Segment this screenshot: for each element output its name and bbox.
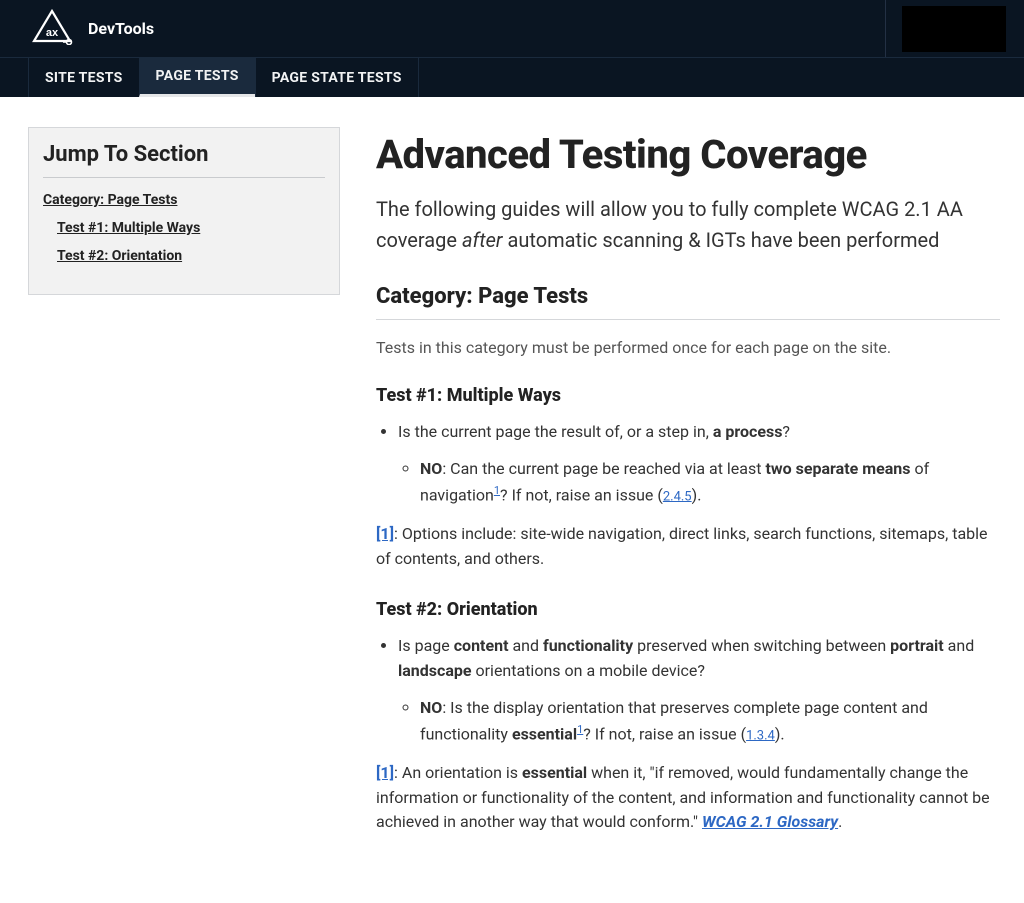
main-tabs: SITE TESTS PAGE TESTS PAGE STATE TESTS [0,57,1024,97]
lead-post: automatic scanning & IGTs have been perf… [502,228,939,252]
test2-q-b4: landscape [398,661,472,680]
test1-q-pre: Is the current page the result of, or a … [398,422,713,441]
brand-name: DevTools [88,19,154,38]
test1-list: Is the current page the result of, or a … [376,420,1000,508]
jump-link-category[interactable]: Category: Page Tests [43,192,325,208]
test2-q-mid1: and [508,636,543,655]
tab-page-state-tests[interactable]: PAGE STATE TESTS [255,58,419,97]
content-container: Jump To Section Category: Page Tests Tes… [0,97,1024,903]
lead-em: after [462,228,503,252]
test2-footnote: [1]: An orientation is essential when it… [376,761,1000,835]
page-title: Advanced Testing Coverage [376,131,1000,178]
wcag-glossary-link[interactable]: WCAG 2.1 Glossary [702,812,838,831]
test2-inner-list: NO: Is the display orientation that pres… [398,696,1000,747]
jump-link-test2[interactable]: Test #2: Orientation [57,248,325,264]
jump-link-test1[interactable]: Test #1: Multiple Ways [57,220,325,236]
main-content: Advanced Testing Coverage The following … [376,127,1004,863]
test2-no-post2: ). [775,724,785,743]
test1-no-branch: NO: Can the current page be reached via … [420,457,1000,508]
test1-sc-link[interactable]: 2.4.5 [663,489,692,504]
test1-no-post3: ). [692,485,702,504]
test2-fn-pre: : An orientation is [394,763,522,782]
header-divider [885,0,886,57]
test1-no-bold: two separate means [765,459,910,478]
category-desc: Tests in this category must be performed… [376,338,1000,357]
test1-no-post2: ? If not, raise an issue ( [500,485,663,504]
header-right-placeholder [902,6,1006,52]
test1-title: Test #1: Multiple Ways [376,385,1000,406]
jump-to-section-card: Jump To Section Category: Page Tests Tes… [28,127,340,295]
test1-q-bold: a process [713,422,783,441]
test2-footnote-ref[interactable]: [1] [376,763,394,782]
test1-footnote: [1]: Options include: site-wide navigati… [376,522,1000,572]
test2-title: Test #2: Orientation [376,599,1000,620]
jump-title: Jump To Section [43,142,325,178]
test2-q-b2: functionality [543,636,633,655]
tab-site-tests[interactable]: SITE TESTS [28,58,139,97]
test1-no-pre: : Can the current page be reached via at… [442,459,765,478]
test2-q-pre: Is page [398,636,454,655]
test1-footnote-text: : Options include: site-wide navigation,… [376,524,988,568]
test2-no-branch: NO: Is the display orientation that pres… [420,696,1000,747]
test1-question: Is the current page the result of, or a … [398,420,1000,508]
test1-no-label: NO [420,459,442,478]
test2-q-b1: content [454,636,509,655]
sidebar: Jump To Section Category: Page Tests Tes… [28,127,340,863]
brand[interactable]: ax DevTools [30,9,154,49]
test1-inner-list: NO: Can the current page be reached via … [398,457,1000,508]
test2-no-post1: ? If not, raise an issue ( [583,724,746,743]
test2-question: Is page content and functionality preser… [398,634,1000,747]
test2-fn-bold: essential [522,763,587,782]
test2-q-mid2: preserved when switching between [633,636,890,655]
test2-fn-post: . [838,812,842,831]
svg-text:ax: ax [46,27,59,39]
lead-paragraph: The following guides will allow you to f… [376,194,1000,256]
test2-q-b3: portrait [890,636,944,655]
test2-list: Is page content and functionality preser… [376,634,1000,747]
test2-no-bold: essential [512,724,577,743]
logo-icon: ax [30,9,74,49]
test1-footnote-ref[interactable]: [1] [376,524,394,543]
app-header: ax DevTools [0,0,1024,57]
test1-q-post: ? [782,422,790,441]
test2-no-label: NO [420,698,442,717]
test2-q-mid3: and [944,636,975,655]
tab-page-tests[interactable]: PAGE TESTS [139,58,255,97]
test2-q-post: orientations on a mobile device? [472,661,705,680]
category-title: Category: Page Tests [376,284,1000,320]
test2-sc-link[interactable]: 1.3.4 [746,728,775,743]
